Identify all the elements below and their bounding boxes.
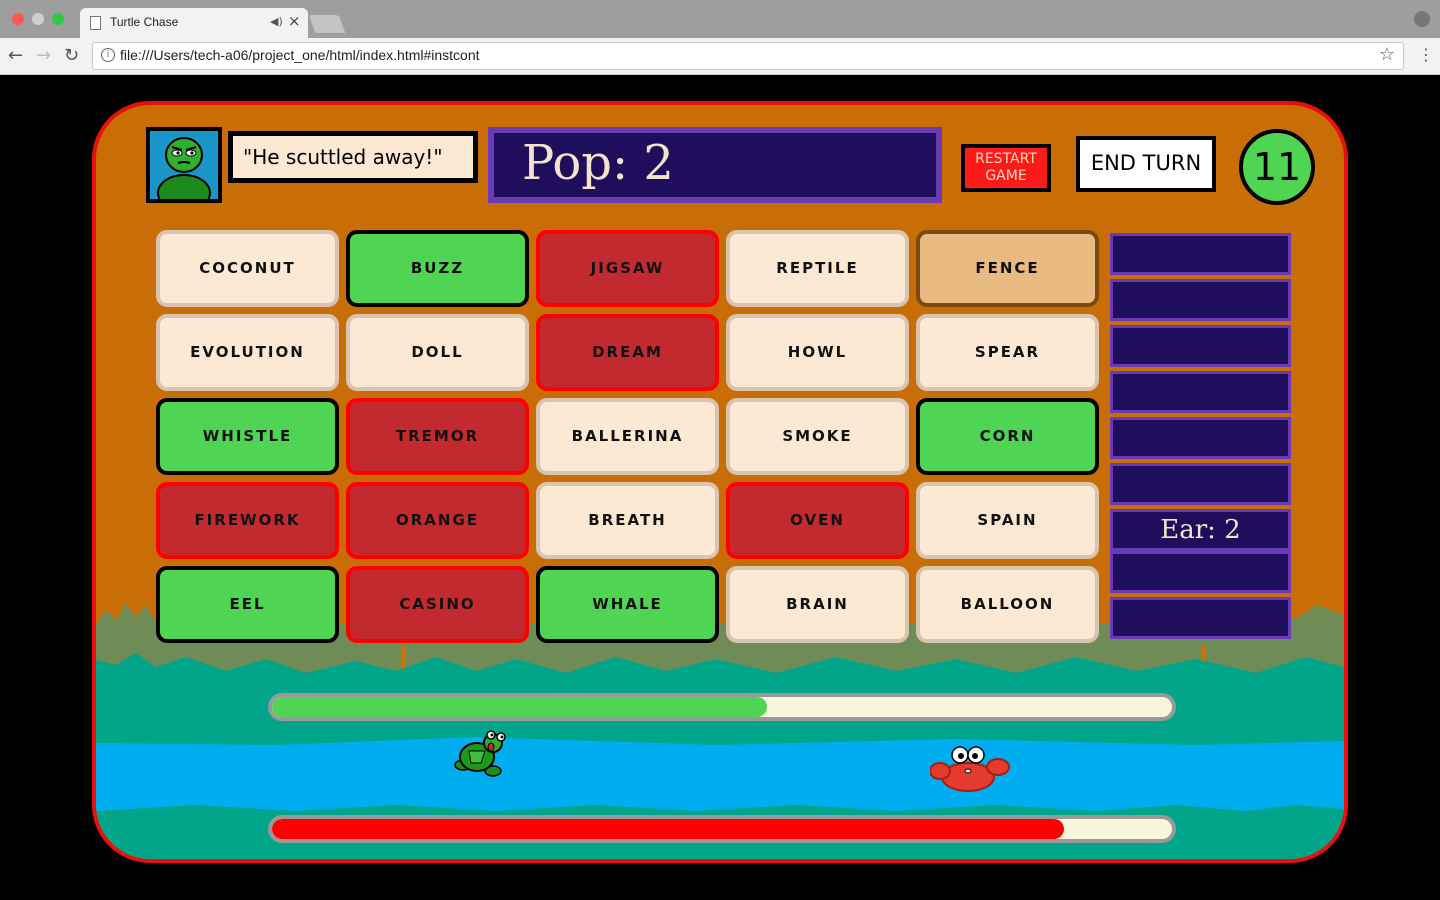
pop-text: Pop: 2 [522, 135, 674, 191]
browser-toolbar: ← → ↻ i file:///Users/tech-a06/project_o… [0, 38, 1440, 75]
word-card-eel[interactable]: EEL [156, 566, 339, 643]
word-card-doll[interactable]: DOLL [346, 314, 529, 391]
browser-tab[interactable]: Turtle Chase ◀) × [80, 8, 308, 38]
clue-slot [1110, 551, 1291, 593]
clue-slot [1110, 597, 1291, 639]
turn-timer: 11 [1239, 129, 1315, 205]
turtle-character-icon [454, 730, 506, 777]
new-tab-button[interactable] [308, 15, 346, 33]
turtle-progress-fill [272, 697, 767, 717]
word-card-oven[interactable]: OVEN [726, 482, 909, 559]
tab-close-icon[interactable]: × [288, 12, 301, 30]
word-card-breath[interactable]: BREATH [536, 482, 719, 559]
word-card-dream[interactable]: DREAM [536, 314, 719, 391]
word-card-firework[interactable]: FIREWORK [156, 482, 339, 559]
tab-title: Turtle Chase [110, 15, 179, 29]
word-card-buzz[interactable]: BUZZ [346, 230, 529, 307]
window-minimize-button[interactable] [32, 13, 44, 25]
turtle-progress-bar [268, 693, 1176, 721]
word-card-reptile[interactable]: REPTILE [726, 230, 909, 307]
end-turn-button[interactable]: END TURN [1076, 136, 1216, 192]
address-bar[interactable]: i file:///Users/tech-a06/project_one/htm… [92, 42, 1404, 70]
browser-tab-bar: Turtle Chase ◀) × [0, 0, 1440, 38]
word-card-spear[interactable]: SPEAR [916, 314, 1099, 391]
forward-arrow-icon[interactable]: → [36, 45, 51, 66]
word-card-balloon[interactable]: BALLOON [916, 566, 1099, 643]
clue-slot [1110, 325, 1291, 367]
clue-slot [1110, 371, 1291, 413]
clue-slot: Ear: 2 [1110, 509, 1291, 551]
clue-slot [1110, 233, 1291, 275]
pop-display: Pop: 2 [488, 127, 942, 203]
word-card-ballerina[interactable]: BALLERINA [536, 398, 719, 475]
word-card-fence[interactable]: FENCE [916, 230, 1099, 307]
speaker-icon[interactable]: ◀) [270, 15, 283, 28]
document-icon [90, 16, 101, 30]
info-icon[interactable]: i [101, 48, 115, 62]
restart-game-button[interactable]: RESTART GAME [961, 144, 1051, 192]
word-card-spain[interactable]: SPAIN [916, 482, 1099, 559]
word-card-evolution[interactable]: EVOLUTION [156, 314, 339, 391]
url-text[interactable]: file:///Users/tech-a06/project_one/html/… [120, 47, 480, 63]
reload-icon[interactable]: ↻ [64, 45, 79, 66]
bookmark-star-icon[interactable]: ☆ [1379, 44, 1395, 65]
game-board: "He scuttled away!" Pop: 2 RESTART GAME … [92, 101, 1348, 863]
turtle-avatar [146, 127, 222, 203]
window-close-button[interactable] [12, 13, 24, 25]
word-card-corn[interactable]: CORN [916, 398, 1099, 475]
clue-slot [1110, 417, 1291, 459]
word-card-orange[interactable]: ORANGE [346, 482, 529, 559]
word-card-jigsaw[interactable]: JIGSAW [536, 230, 719, 307]
word-card-brain[interactable]: BRAIN [726, 566, 909, 643]
browser-menu-icon[interactable]: ⋮ [1418, 45, 1434, 64]
word-card-coconut[interactable]: COCONUT [156, 230, 339, 307]
profile-icon[interactable] [1414, 11, 1430, 27]
crab-character-icon [930, 746, 1010, 792]
word-card-whale[interactable]: WHALE [536, 566, 719, 643]
crab-progress-bar [268, 815, 1176, 843]
word-card-smoke[interactable]: SMOKE [726, 398, 909, 475]
crab-progress-fill [272, 819, 1064, 839]
speech-bubble: "He scuttled away!" [228, 131, 478, 183]
word-card-whistle[interactable]: WHISTLE [156, 398, 339, 475]
clue-slot [1110, 463, 1291, 505]
word-card-howl[interactable]: HOWL [726, 314, 909, 391]
back-arrow-icon[interactable]: ← [8, 45, 23, 66]
clue-slot [1110, 279, 1291, 321]
window-maximize-button[interactable] [52, 13, 64, 25]
word-card-casino[interactable]: CASINO [346, 566, 529, 643]
word-card-tremor[interactable]: TREMOR [346, 398, 529, 475]
turtle-face-icon [157, 137, 211, 199]
